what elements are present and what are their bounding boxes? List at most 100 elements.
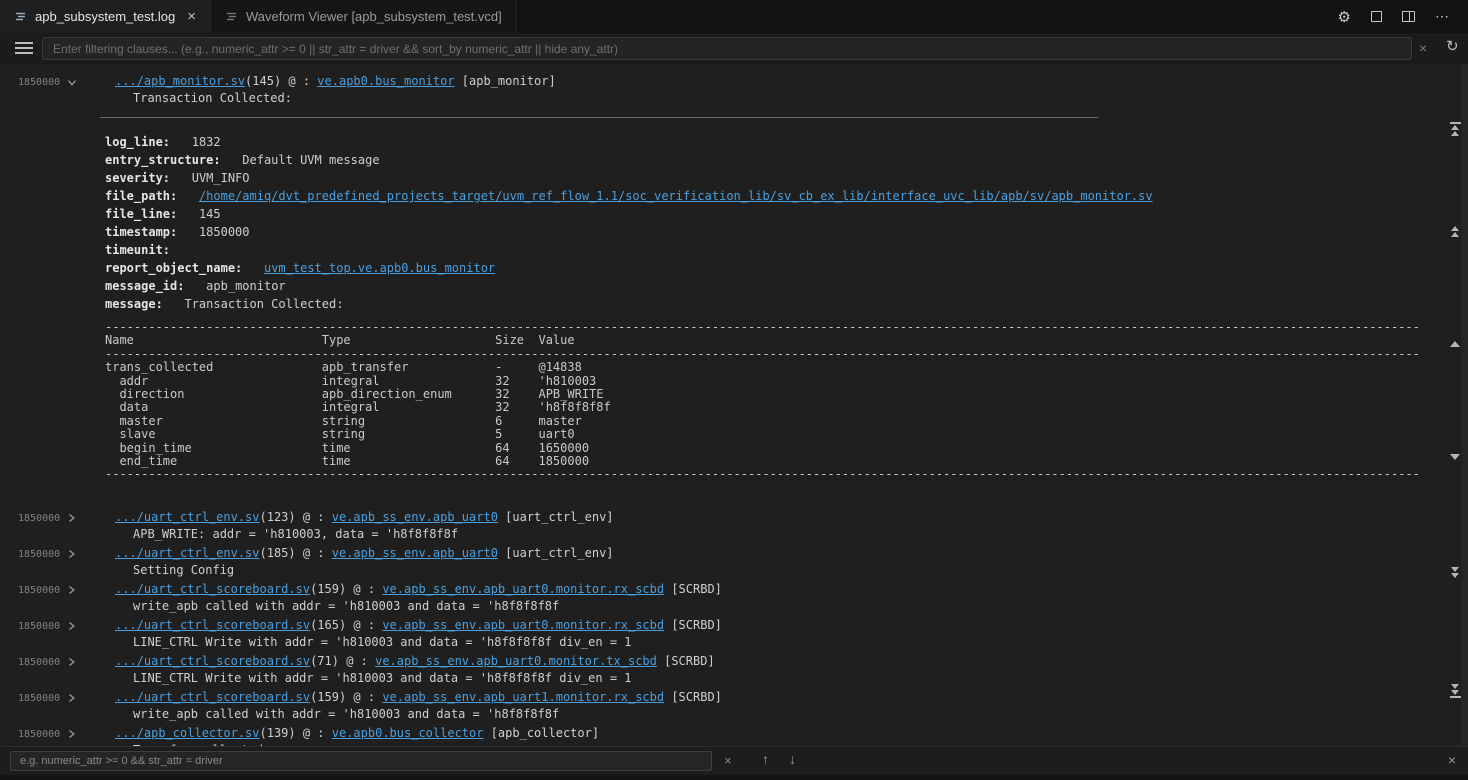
component-tag: [uart_ctrl_env] xyxy=(498,510,614,524)
timestamp: 1850000 xyxy=(18,618,60,635)
report-object-link[interactable]: ve.apb_ss_env.apb_uart0 xyxy=(332,546,498,560)
source-file-link[interactable]: .../uart_ctrl_scoreboard.sv xyxy=(115,582,310,596)
report-object-link[interactable]: ve.apb0.bus_collector xyxy=(332,726,484,740)
log-entry-gutter: 1850000 xyxy=(18,654,76,671)
clear-find-icon[interactable]: × xyxy=(724,754,732,767)
source-file-link[interactable]: .../apb_monitor.sv xyxy=(115,74,245,88)
detail-field-value-link[interactable]: /home/amiq/dvt_predefined_projects_targe… xyxy=(199,189,1153,203)
source-file-link[interactable]: .../uart_ctrl_scoreboard.sv xyxy=(115,654,310,668)
filter-input[interactable] xyxy=(42,37,1412,60)
chevron-right-icon[interactable] xyxy=(67,585,76,595)
chevron-right-icon[interactable] xyxy=(67,621,76,631)
table-row: master string 6 master xyxy=(105,415,1460,428)
split-editor-icon[interactable] xyxy=(1402,11,1415,22)
log-entry: 1850000.../uart_ctrl_env.sv(123) @ : ve.… xyxy=(0,509,1460,543)
detail-field-label: entry_structure: xyxy=(105,153,221,167)
more-actions-icon[interactable]: ⋯ xyxy=(1435,8,1450,25)
log-entry-header: 1850000.../uart_ctrl_env.sv(185) @ : ve.… xyxy=(0,545,1460,562)
detail-field-value-link[interactable]: uvm_test_top.ve.apb0.bus_monitor xyxy=(264,261,495,275)
log-entry-list: 1850000 .../apb_monitor.sv(145) @ : ve.ap… xyxy=(0,64,1460,746)
log-entry-gutter: 1850000 xyxy=(18,582,76,599)
detail-field: report_object_name: uvm_test_top.ve.apb0… xyxy=(105,259,1460,277)
source-file-link[interactable]: .../uart_ctrl_scoreboard.sv xyxy=(115,690,310,704)
clear-filter-icon[interactable]: × xyxy=(1419,41,1427,55)
table-row: slave string 5 uart0 xyxy=(105,428,1460,441)
maximize-panel-icon[interactable] xyxy=(1371,11,1382,22)
detail-field: file_path: /home/amiq/dvt_predefined_pro… xyxy=(105,187,1460,205)
component-tag: [SCRBD] xyxy=(664,618,722,632)
detail-field: log_line: 1832 xyxy=(105,133,1460,151)
detail-field: timeunit: xyxy=(105,241,1460,259)
detail-field: file_line: 145 xyxy=(105,205,1460,223)
line-number-and-at: (159) @ : xyxy=(310,690,382,704)
log-entry-gutter: 1850000 xyxy=(18,726,76,743)
bottom-strip xyxy=(0,775,1468,780)
table-row: trans_collected apb_transfer - @14838 xyxy=(105,361,1460,374)
detail-field: message: Transaction Collected: xyxy=(105,295,1460,313)
log-entry-header: 1850000.../uart_ctrl_env.sv(123) @ : ve.… xyxy=(0,509,1460,526)
tab-waveform-viewer[interactable]: Waveform Viewer [apb_subsystem_test.vcd] xyxy=(211,0,517,33)
chevron-right-icon[interactable] xyxy=(67,693,76,703)
log-entry: 1850000.../uart_ctrl_scoreboard.sv(165) … xyxy=(0,617,1460,651)
detail-field-value: 145 xyxy=(199,207,221,221)
menu-icon[interactable] xyxy=(15,42,33,57)
source-file-link[interactable]: .../apb_collector.sv xyxy=(115,726,260,740)
chevron-right-icon[interactable] xyxy=(67,513,76,523)
detail-separator xyxy=(100,117,1098,118)
line-number-and-at: (159) @ : xyxy=(310,582,382,596)
window-controls: ⚙ ⋯ xyxy=(1338,0,1468,33)
chevron-right-icon[interactable] xyxy=(67,657,76,667)
log-entry-message: write_apb called with addr = 'h810003 an… xyxy=(0,706,1460,723)
chevron-down-icon[interactable] xyxy=(67,78,77,87)
close-find-bar-icon[interactable]: × xyxy=(1448,753,1456,767)
table-row: data integral 32 'h8f8f8f8f xyxy=(105,401,1460,414)
log-entry: 1850000 .../uart_ctrl_scoreboard.sv(159) … xyxy=(0,581,1460,615)
log-entry: 1850000 .../apb_monitor.sv(145) @ : ve.ap… xyxy=(0,73,1460,482)
detail-field-value: apb_monitor xyxy=(206,279,285,293)
report-object-link[interactable]: ve.apb_ss_env.apb_uart0.monitor.rx_scbd xyxy=(382,582,664,596)
chevron-right-icon[interactable] xyxy=(67,729,76,739)
detail-field: entry_structure: Default UVM message xyxy=(105,151,1460,169)
log-entry-message: Setting Config xyxy=(0,562,1460,579)
report-object-link[interactable]: ve.apb0.bus_monitor xyxy=(317,74,454,88)
close-tab-icon[interactable]: × xyxy=(187,9,196,24)
refresh-icon[interactable]: ↻ xyxy=(1446,39,1459,54)
chevron-right-icon[interactable] xyxy=(67,549,76,559)
source-file-link[interactable]: .../uart_ctrl_env.sv xyxy=(115,510,260,524)
line-number-and-at: (71) @ : xyxy=(310,654,375,668)
source-file-link[interactable]: .../uart_ctrl_scoreboard.sv xyxy=(115,618,310,632)
log-entry-header: 1850000 .../uart_ctrl_scoreboard.sv(159) … xyxy=(0,581,1460,598)
detail-field: message_id: apb_monitor xyxy=(105,277,1460,295)
find-bar: × ↑ ↓ × xyxy=(0,746,1468,775)
tab-label: Waveform Viewer [apb_subsystem_test.vcd] xyxy=(246,9,502,24)
detail-field-label: file_path: xyxy=(105,189,177,203)
detail-field-list: log_line: 1832entry_structure: Default U… xyxy=(105,133,1460,313)
table-divider: ----------------------------------------… xyxy=(105,321,1460,334)
component-tag: [apb_monitor] xyxy=(455,74,556,88)
source-file-link[interactable]: .../uart_ctrl_env.sv xyxy=(115,546,260,560)
log-file-icon xyxy=(14,10,27,23)
vertical-scrollbar[interactable] xyxy=(1461,64,1468,746)
detail-field-label: message_id: xyxy=(105,279,184,293)
log-entry: 1850000 .../uart_ctrl_scoreboard.sv(71) @… xyxy=(0,653,1460,687)
report-object-link[interactable]: ve.apb_ss_env.apb_uart0.monitor.rx_scbd xyxy=(382,618,664,632)
table-row: addr integral 32 'h810003 xyxy=(105,375,1460,388)
find-next-icon[interactable]: ↓ xyxy=(789,752,796,766)
report-object-link[interactable]: ve.apb_ss_env.apb_uart0 xyxy=(332,510,498,524)
gear-icon[interactable]: ⚙ xyxy=(1338,8,1351,26)
waveform-file-icon xyxy=(225,10,238,23)
tab-log-file[interactable]: apb_subsystem_test.log × xyxy=(0,0,211,33)
report-object-link[interactable]: ve.apb_ss_env.apb_uart0.monitor.tx_scbd xyxy=(375,654,657,668)
line-number-and-at: (145) @ : xyxy=(245,74,317,88)
log-entry: 1850000.../uart_ctrl_env.sv(185) @ : ve.… xyxy=(0,545,1460,579)
log-entry-gutter: 1850000 xyxy=(18,74,77,91)
detail-field-label: severity: xyxy=(105,171,170,185)
report-object-link[interactable]: ve.apb_ss_env.apb_uart1.monitor.rx_scbd xyxy=(382,690,664,704)
log-entry-message: LINE_CTRL Write with addr = 'h810003 and… xyxy=(0,634,1460,651)
find-input[interactable] xyxy=(10,751,712,771)
filter-bar: × ↻ xyxy=(0,33,1468,64)
log-entry: 1850000.../uart_ctrl_scoreboard.sv(159) … xyxy=(0,689,1460,723)
log-entry-message: write_apb called with addr = 'h810003 an… xyxy=(0,598,1460,615)
find-previous-icon[interactable]: ↑ xyxy=(762,752,769,766)
timestamp: 1850000 xyxy=(18,546,60,563)
